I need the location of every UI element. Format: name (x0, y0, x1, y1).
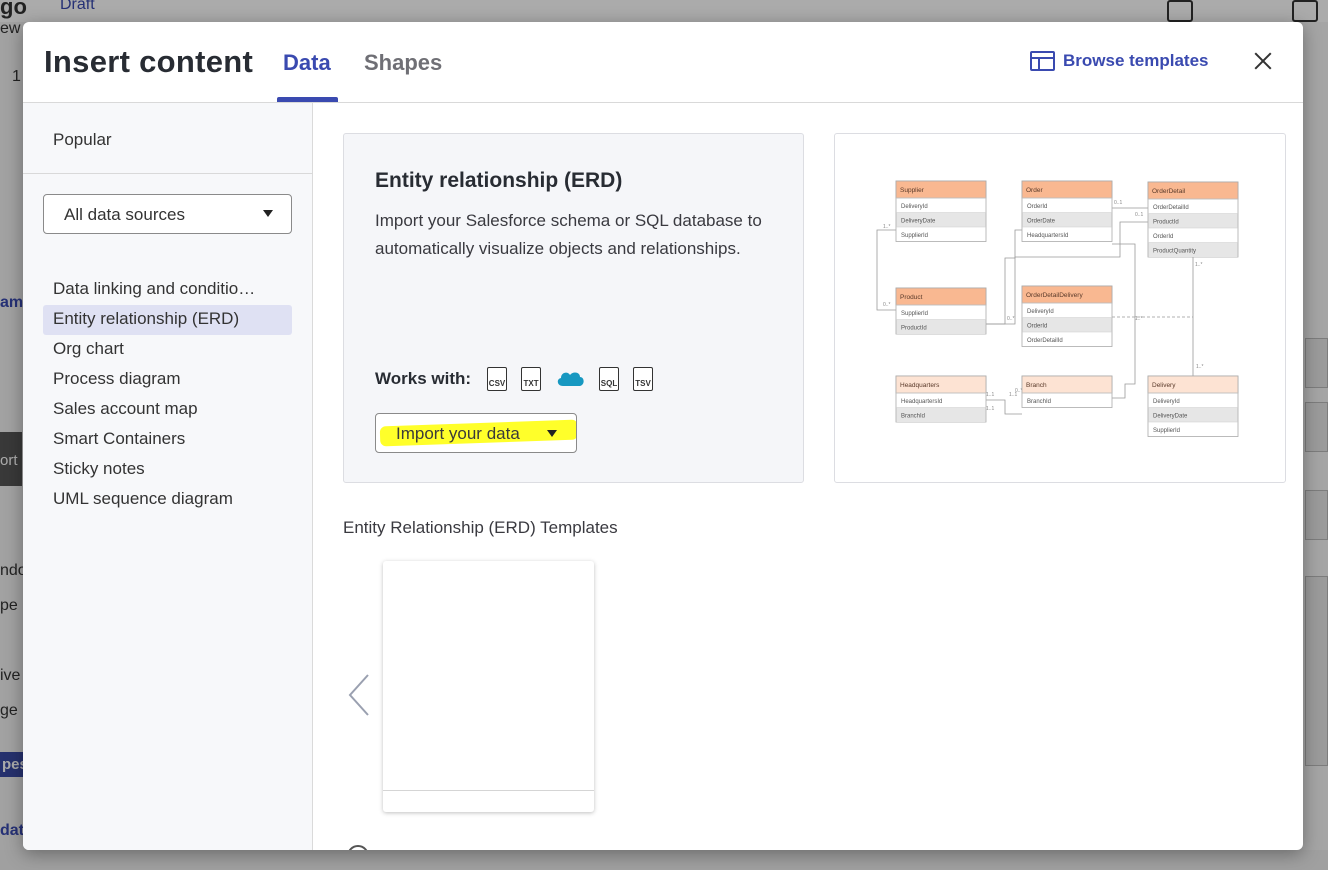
info-icon (347, 845, 369, 850)
sql-file-icon: SQL (599, 367, 620, 391)
modal-header: Insert content Data Shapes Browse templa… (23, 22, 1303, 103)
browse-templates-label: Browse templates (1063, 51, 1209, 70)
sidebar-item-sticky-notes[interactable]: Sticky notes (43, 455, 292, 485)
erd-field: DeliveryId (901, 204, 928, 210)
erd-cardinality-label: 1..* (1195, 262, 1203, 268)
erd-field: ProductQuantity (1153, 249, 1196, 255)
works-with-row: Works with: CSV TXT SQL TSV (375, 367, 654, 391)
chevron-left-icon[interactable] (346, 673, 372, 717)
erd-field: OrderId (1027, 324, 1047, 330)
erd-cardinality-label: 1..* (1135, 316, 1143, 322)
erd-table-name: Order (1026, 187, 1043, 194)
csv-file-icon: CSV (487, 367, 508, 391)
data-source-select[interactable]: All data sources (43, 194, 292, 234)
sidebar: Popular All data sources Data linking an… (23, 103, 313, 850)
erd-table-name: Headquarters (900, 382, 940, 389)
erd-cardinality-label: 0..* (883, 302, 891, 308)
caret-down-icon (547, 430, 557, 437)
data-source-select-value: All data sources (64, 205, 185, 224)
sidebar-item-popular[interactable]: Popular (53, 130, 112, 150)
erd-field: OrderDetailId (1153, 205, 1189, 211)
tab-data[interactable]: Data (283, 50, 331, 76)
erd-cardinality-label: 1..1 (986, 406, 995, 412)
erd-field: SupplierId (901, 233, 928, 239)
erd-field: OrderDetailId (1027, 338, 1063, 344)
erd-cardinality-label: 1..* (1196, 364, 1204, 370)
sidebar-item-erd[interactable]: Entity relationship (ERD) (43, 305, 292, 335)
erd-field: ProductId (1153, 220, 1179, 226)
erd-table-name: Product (900, 294, 923, 301)
erd-connector-line (986, 229, 1022, 325)
erd-connector-line (876, 229, 896, 311)
sidebar-item-data-linking[interactable]: Data linking and conditio… (43, 275, 292, 305)
sidebar-list: Data linking and conditio… Entity relati… (43, 275, 292, 515)
sidebar-item-smart-containers[interactable]: Smart Containers (43, 425, 292, 455)
erd-table-name: OrderDetail (1152, 188, 1186, 195)
erd-field: HeadquartersId (1027, 233, 1068, 239)
main-panel: Entity relationship (ERD) Import your Sa… (314, 103, 1303, 850)
active-tab-indicator (277, 97, 338, 102)
feature-description: Import your Salesforce schema or SQL dat… (375, 211, 762, 258)
erd-field: BranchId (901, 414, 925, 420)
caret-down-icon (263, 210, 273, 217)
tsv-file-icon: TSV (633, 367, 654, 391)
txt-file-icon: TXT (521, 367, 542, 391)
feature-card: Entity relationship (ERD) Import your Sa… (343, 133, 804, 483)
erd-connector-line (1192, 253, 1238, 376)
erd-field: SupplierId (1153, 428, 1180, 434)
sidebar-item-uml-sequence[interactable]: UML sequence diagram (43, 485, 292, 515)
erd-connector-line (1112, 243, 1136, 399)
insert-content-modal: Insert content Data Shapes Browse templa… (23, 22, 1303, 850)
browse-templates-button[interactable]: Browse templates (1030, 51, 1209, 71)
import-data-label: Import your data (396, 424, 520, 443)
erd-field: DeliveryDate (901, 219, 936, 225)
erd-field: HeadquartersId (901, 399, 942, 405)
erd-cardinality-label: 0..* (1007, 316, 1015, 322)
erd-cardinality-label: 1..* (883, 224, 891, 230)
erd-cardinality-label: 0..1 (1135, 212, 1144, 218)
modal-title: Insert content (44, 44, 254, 79)
template-layout-icon (1030, 51, 1055, 71)
erd-field: SupplierId (901, 311, 928, 317)
import-data-button[interactable]: Import your data (375, 413, 577, 453)
close-icon[interactable] (1252, 50, 1274, 72)
template-card[interactable] (383, 561, 594, 812)
sidebar-item-sales-account-map[interactable]: Sales account map (43, 395, 292, 425)
erd-preview-card: 1..* 0..* 0..1 0..1 1..* 0..* 1..* 1..1 1..1 1..1… (834, 133, 1286, 483)
sidebar-item-org-chart[interactable]: Org chart (43, 335, 292, 365)
erd-preview-diagram: 1..*0..*0..10..11..*0..*1..*1..11..11..1… (876, 180, 1239, 437)
erd-field: DeliveryId (1153, 399, 1180, 405)
erd-table-name: Supplier (900, 187, 925, 194)
sidebar-divider (23, 173, 313, 174)
erd-cardinality-label: 0..1 (1114, 200, 1123, 206)
erd-table-name: Branch (1026, 382, 1047, 389)
template-card-footer (383, 790, 594, 791)
erd-field: OrderId (1027, 204, 1047, 210)
erd-field: OrderId (1153, 234, 1173, 240)
works-with-label: Works with: (375, 369, 472, 388)
salesforce-icon (555, 368, 585, 390)
erd-table-name: OrderDetailDelivery (1026, 292, 1083, 299)
erd-field: ProductId (901, 326, 927, 332)
feature-title: Entity relationship (ERD) (375, 169, 623, 192)
sidebar-item-process-diagram[interactable]: Process diagram (43, 365, 292, 395)
erd-table-name: Delivery (1152, 382, 1176, 389)
tab-shapes[interactable]: Shapes (364, 50, 442, 76)
erd-field: OrderDate (1027, 219, 1056, 225)
templates-section-title: Entity Relationship (ERD) Templates (343, 518, 618, 537)
erd-cardinality-label: 0..* (1015, 388, 1023, 394)
erd-cardinality-label: 1..1 (986, 392, 995, 398)
erd-field: DeliveryDate (1153, 414, 1188, 420)
erd-field: DeliveryId (1027, 309, 1054, 315)
erd-field: BranchId (1027, 399, 1051, 405)
